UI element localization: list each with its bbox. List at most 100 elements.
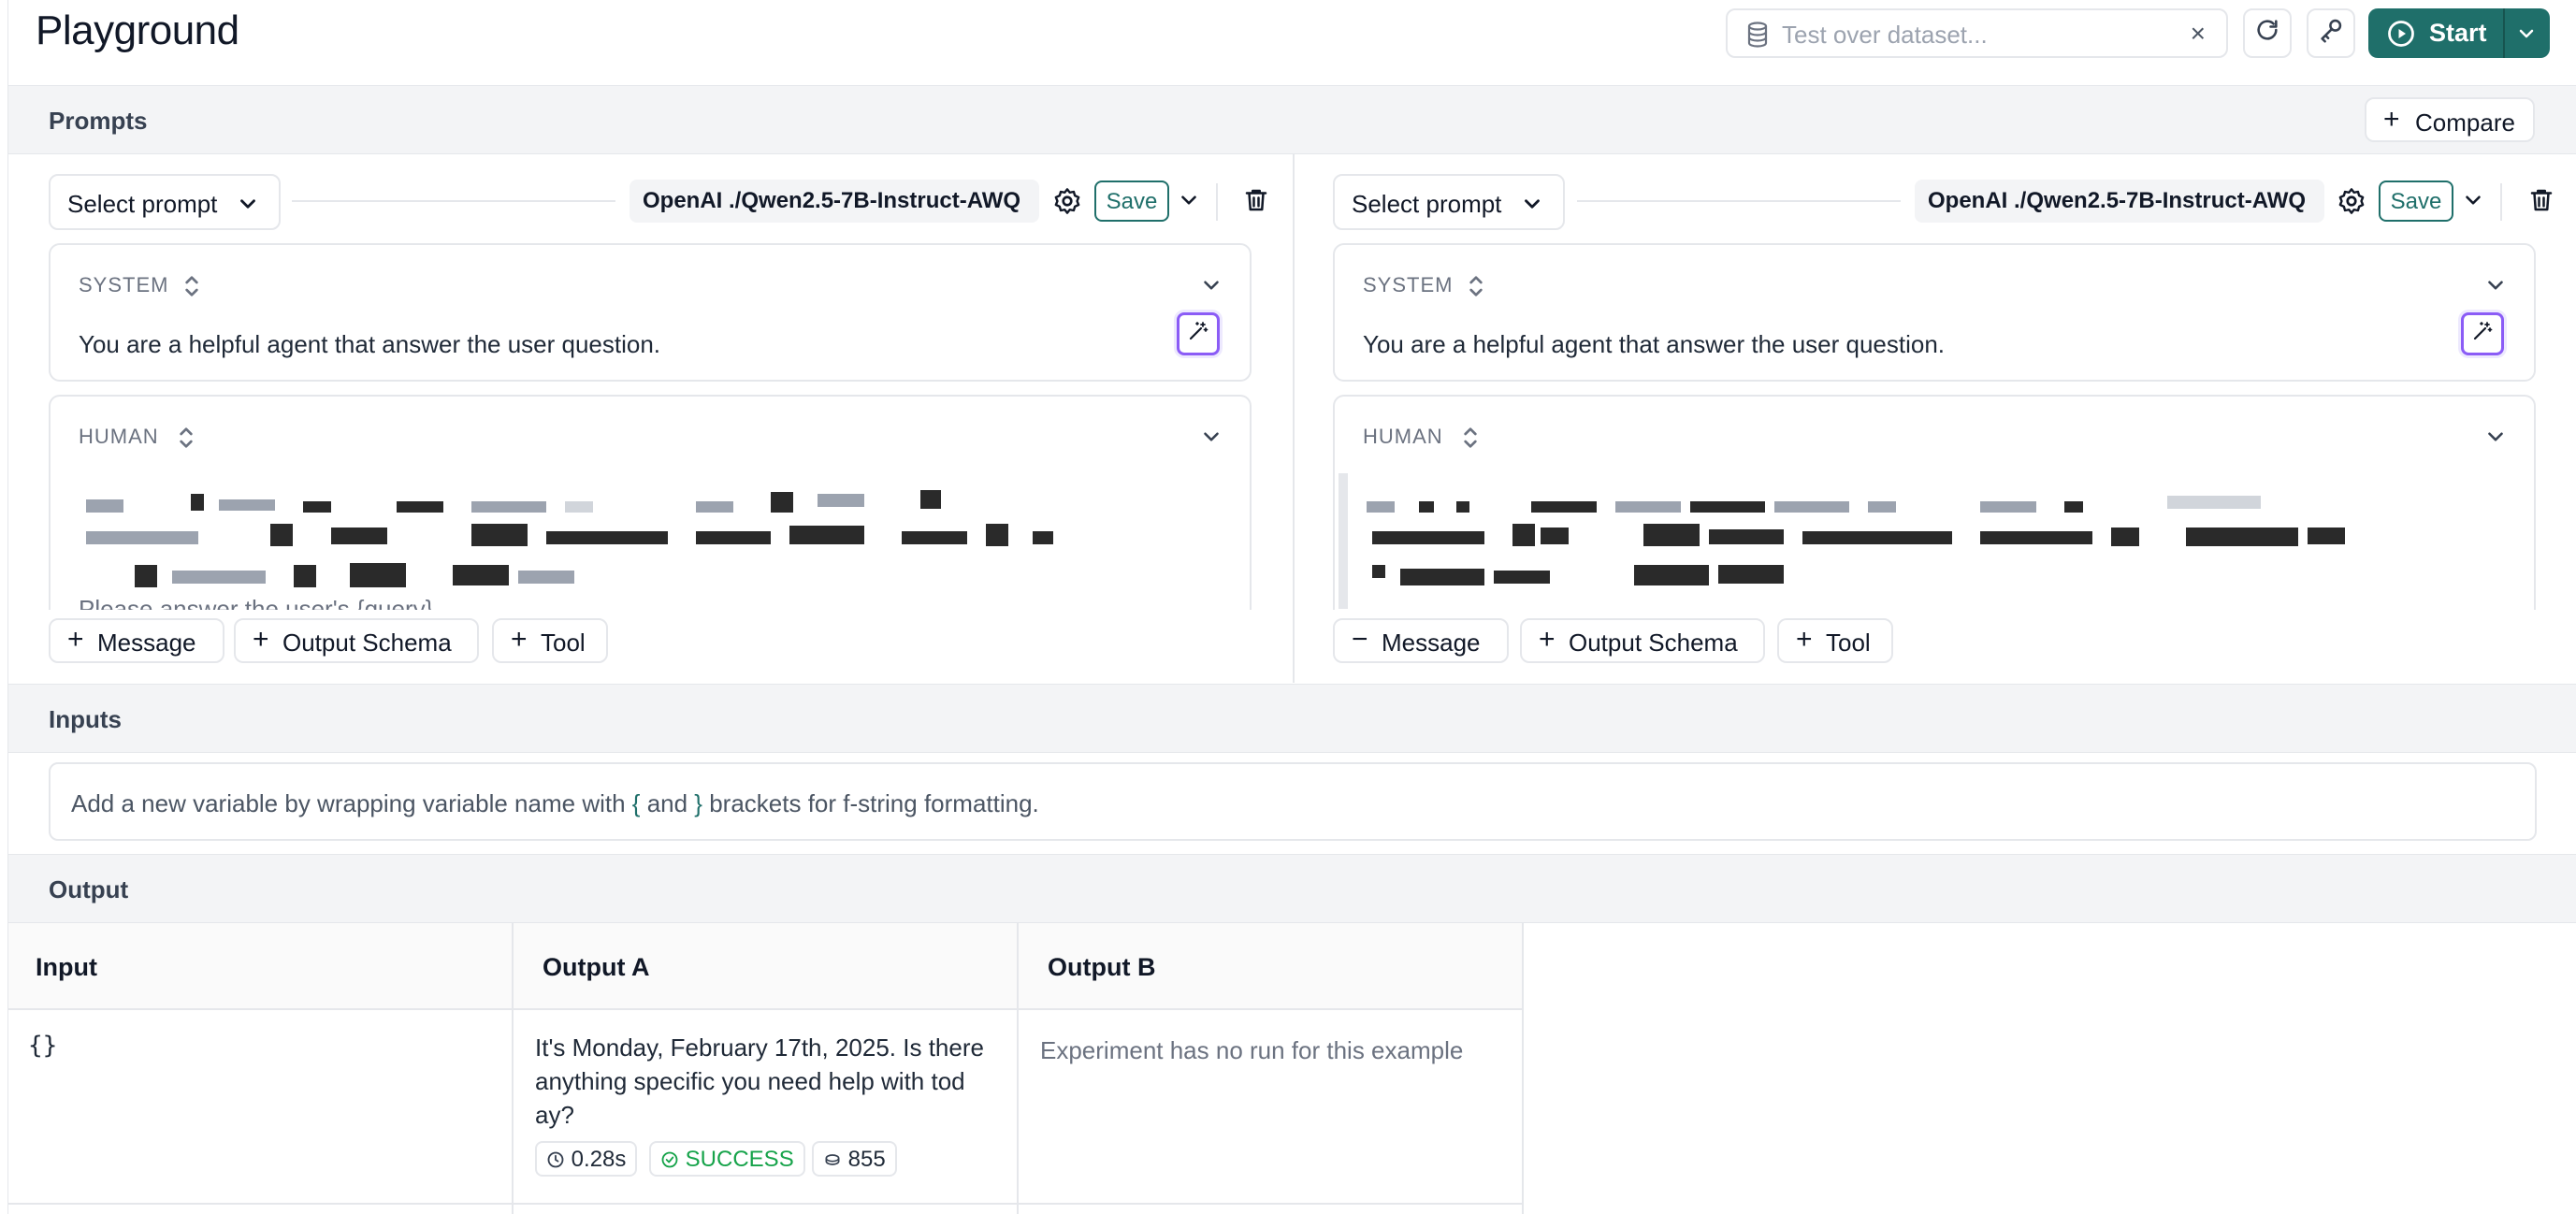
play-circle-icon — [2387, 20, 2415, 54]
chevron-down-icon[interactable] — [1199, 273, 1223, 304]
model-provider: OpenAI — [1928, 188, 2008, 213]
divider-line — [1577, 200, 1901, 202]
check-circle-icon — [660, 1147, 679, 1172]
divider — [1216, 183, 1218, 221]
chevron-up-down-icon[interactable] — [1466, 271, 1486, 308]
redacted-human-text — [1363, 490, 2410, 607]
clear-icon[interactable]: × — [2191, 19, 2206, 49]
column-divider — [1522, 922, 1524, 1214]
prompts-section-header: Prompts — [8, 85, 2576, 154]
select-prompt-label: Select prompt — [67, 190, 218, 218]
compare-label: Compare — [2415, 108, 2515, 137]
plus-icon: + — [2383, 104, 2400, 135]
output-section-header: Output — [8, 854, 2576, 923]
column-divider — [1293, 154, 1295, 683]
human-message-card-b: HUMAN — [1333, 395, 2536, 610]
select-prompt-dropdown-b[interactable]: Select prompt — [1333, 174, 1565, 230]
add-message-label: Message — [97, 629, 196, 657]
output-b-cell: Experiment has no run for this example — [1040, 1036, 1464, 1064]
row-divider — [8, 1203, 1524, 1205]
column-divider — [1017, 922, 1019, 1214]
add-tool-button-a[interactable]: + Tool — [492, 618, 608, 663]
plus-icon: + — [1796, 624, 1813, 655]
compare-button[interactable]: + Compare — [2365, 97, 2535, 142]
token-count-badge: 855 — [812, 1141, 897, 1177]
system-role-label: SYSTEM — [79, 273, 169, 296]
column-header-output-b: Output B — [1048, 953, 1156, 981]
output-table-header: Input Output A Output B — [8, 922, 1524, 1010]
model-selector-a[interactable]: OpenAI ./Qwen2.5-7B-Instruct-AWQ — [630, 180, 1039, 223]
human-role-label: HUMAN — [1363, 425, 1443, 448]
refresh-button[interactable] — [2243, 8, 2292, 58]
key-icon — [2318, 17, 2344, 50]
inputs-section-header: Inputs — [8, 684, 2576, 753]
add-output-schema-label: Output Schema — [282, 629, 452, 657]
gear-icon[interactable] — [1052, 186, 1082, 223]
chevron-down-icon[interactable] — [2483, 425, 2508, 455]
database-icon — [1746, 22, 1769, 54]
add-output-schema-button-b[interactable]: + Output Schema — [1520, 618, 1765, 663]
add-output-schema-button-a[interactable]: + Output Schema — [234, 618, 479, 663]
inputs-section-label: Inputs — [49, 705, 122, 733]
select-prompt-dropdown-a[interactable]: Select prompt — [49, 174, 281, 230]
system-message-text[interactable]: You are a helpful agent that answer the … — [79, 330, 660, 359]
trash-icon[interactable] — [1242, 186, 1270, 221]
column-header-output-a: Output A — [543, 953, 650, 981]
add-message-label: Message — [1382, 629, 1481, 657]
plus-icon: + — [67, 624, 84, 655]
chevron-down-icon[interactable] — [2515, 22, 2538, 51]
add-output-schema-label: Output Schema — [1569, 629, 1738, 657]
add-tool-button-b[interactable]: + Tool — [1777, 618, 1893, 663]
minus-icon: − — [1352, 624, 1368, 655]
magic-wand-button[interactable] — [1177, 312, 1220, 355]
human-role-label: HUMAN — [79, 425, 159, 448]
model-name: ./Qwen2.5-7B-Instruct-AWQ — [729, 188, 1021, 213]
chevron-down-icon[interactable] — [1199, 425, 1223, 455]
latency-badge: 0.28s — [535, 1141, 638, 1177]
magic-wand-icon — [1187, 320, 1209, 349]
magic-wand-button[interactable] — [2461, 312, 2504, 355]
save-button-a[interactable]: Save — [1094, 181, 1169, 222]
dataset-search-input[interactable]: Test over dataset... × — [1726, 8, 2228, 58]
refresh-icon — [2254, 17, 2280, 50]
chevron-down-icon[interactable] — [2483, 273, 2508, 304]
model-name: ./Qwen2.5-7B-Instruct-AWQ — [2014, 188, 2307, 213]
human-message-partial-text[interactable]: Please answer the user's {query} — [79, 595, 433, 610]
start-label: Start — [2429, 19, 2487, 47]
model-provider: OpenAI — [643, 188, 723, 213]
prompts-section-label: Prompts — [49, 107, 148, 135]
api-key-button[interactable] — [2307, 8, 2355, 58]
chevron-up-down-icon[interactable] — [176, 423, 196, 459]
plus-icon: + — [253, 624, 269, 655]
page-left-border — [7, 0, 8, 1214]
system-message-text[interactable]: You are a helpful agent that answer the … — [1363, 330, 1945, 359]
chevron-up-down-icon[interactable] — [181, 271, 202, 308]
add-message-button-a[interactable]: + Message — [49, 618, 224, 663]
start-divider — [2503, 8, 2505, 58]
output-section-label: Output — [49, 875, 129, 903]
add-tool-label: Tool — [1826, 629, 1871, 657]
start-button[interactable]: Start — [2368, 8, 2550, 58]
input-cell: {} — [28, 1032, 58, 1060]
chevron-down-icon — [236, 192, 260, 223]
gear-icon[interactable] — [2337, 186, 2366, 223]
chevron-down-icon[interactable] — [2461, 188, 2485, 219]
clock-icon — [546, 1147, 565, 1172]
token-count-value: 855 — [847, 1147, 886, 1172]
magic-wand-icon — [2471, 320, 2494, 349]
chevron-down-icon[interactable] — [1177, 188, 1201, 219]
trash-icon[interactable] — [2527, 186, 2555, 221]
chevron-up-down-icon[interactable] — [1460, 423, 1481, 459]
plus-icon: + — [1539, 624, 1556, 655]
save-button-b[interactable]: Save — [2379, 181, 2453, 222]
page-title: Playground — [36, 7, 239, 53]
plus-icon: + — [511, 624, 528, 655]
dataset-placeholder: Test over dataset... — [1782, 21, 1988, 49]
system-message-card-a: SYSTEM You are a helpful agent that answ… — [49, 243, 1252, 382]
system-role-label: SYSTEM — [1363, 273, 1454, 296]
model-selector-b[interactable]: OpenAI ./Qwen2.5-7B-Instruct-AWQ — [1915, 180, 2324, 223]
select-prompt-label: Select prompt — [1352, 190, 1502, 218]
chevron-down-icon — [1520, 192, 1544, 223]
add-message-button-b[interactable]: − Message — [1333, 618, 1509, 663]
add-tool-label: Tool — [541, 629, 586, 657]
